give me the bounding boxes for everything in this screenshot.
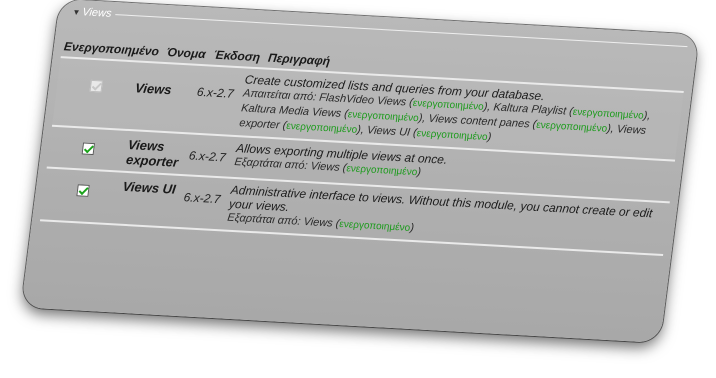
dependency-name: Views [309, 160, 341, 174]
dependency-status: ενεργοποιημένο [412, 97, 485, 113]
dependency-name: Kaltura Playlist [492, 101, 567, 118]
dependency-status: ενεργοποιημένο [347, 109, 420, 125]
depends-on-label: Εξαρτάται από: [233, 156, 309, 173]
enable-checkbox[interactable] [76, 184, 90, 197]
dependency-status: ενεργοποιημένο [572, 106, 645, 122]
dependency-name: Views [302, 215, 334, 230]
dependency-status: ενεργοποιημένο [285, 120, 358, 136]
dependency-name: FlashVideo Views [318, 91, 407, 109]
depends-on-label: Εξαρτάται από: [226, 211, 302, 228]
fieldset-legend-label[interactable]: Views [82, 6, 113, 20]
enable-cell [43, 172, 124, 198]
module-name: Views UI [121, 178, 177, 197]
header-name: Όνομα [166, 45, 207, 62]
enable-cell [49, 131, 130, 157]
module-name: Views [134, 80, 173, 98]
required-by-label: Απαιτείται από: [242, 87, 317, 104]
dependency-status: ενεργοποιημένο [338, 218, 411, 234]
modules-table: Ενεργοποιημένο Όνομα Έκδοση Περιγραφή Vi… [39, 39, 686, 257]
collapse-triangle-icon[interactable]: ▼ [72, 7, 81, 16]
module-version: 6.x-2.7 [196, 84, 235, 101]
module-name: Views exporter [125, 137, 180, 170]
dependency-status: ενεργοποιημένο [345, 163, 418, 179]
module-version: 6.x-2.7 [182, 190, 222, 207]
dependency-status: ενεργοποιημένο [416, 128, 489, 144]
dependency-name: Views UI [366, 124, 411, 139]
modules-fieldset: ▼ Views Ενεργοποιημένο Όνομα Έκδοση Περι… [21, 0, 699, 344]
dependency-status: ενεργοποιημένο [535, 119, 608, 135]
header-description: Περιγραφή [267, 50, 331, 69]
module-version: 6.x-2.7 [188, 148, 227, 165]
header-enabled: Ενεργοποιημένο [63, 39, 160, 59]
enable-checkbox[interactable] [89, 79, 103, 93]
dependency-name: Views content panes [427, 112, 531, 131]
enable-cell [57, 62, 138, 94]
header-version: Έκδοση [212, 47, 261, 65]
legend-divider [115, 13, 688, 47]
enable-checkbox[interactable] [81, 142, 96, 156]
